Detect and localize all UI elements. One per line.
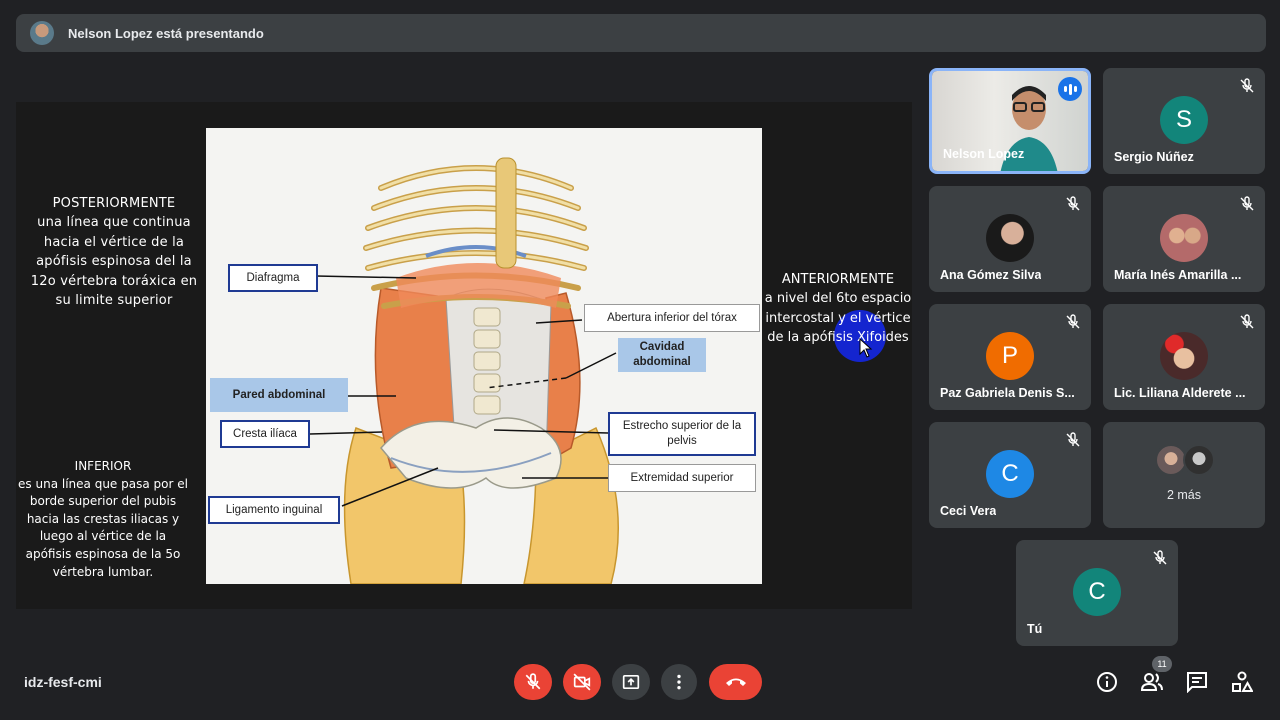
mic-off-icon (1066, 196, 1080, 211)
mic-off-icon (1153, 550, 1167, 565)
participant-count-badge: 11 (1152, 656, 1172, 672)
presenter-avatar (30, 21, 54, 45)
anatomy-figure: Diafragma Abertura inferior del tórax Ca… (206, 128, 762, 584)
mic-toggle-button[interactable] (514, 664, 552, 700)
label-extremidad: Extremidad superior (608, 464, 756, 492)
mic-off-icon (1066, 314, 1080, 329)
participant-tile-ana[interactable]: Ana Gómez Silva (929, 186, 1091, 292)
mic-off-icon (1240, 196, 1254, 211)
posterior-body: una línea que continua hacia el vértice … (30, 215, 198, 309)
inferior-text: INFERIOR es una línea que pasa por el bo… (16, 458, 190, 581)
more-participants-label: 2 más (1166, 488, 1202, 502)
anterior-title: ANTERIORMENTE (781, 272, 895, 287)
mouse-pointer-icon (859, 338, 873, 358)
meeting-info-button[interactable] (1095, 670, 1119, 694)
participant-tile-self[interactable]: C Tú (1016, 540, 1178, 646)
participant-tile-nelson[interactable]: Nelson Lopez (929, 68, 1091, 174)
inferior-title: INFERIOR (74, 459, 132, 473)
anterior-body: a nivel del 6to espacio intercostal y el… (764, 291, 912, 346)
participant-tile-maria[interactable]: María Inés Amarilla ... (1103, 186, 1265, 292)
hangup-icon (725, 678, 746, 686)
avatar-photo (1160, 214, 1208, 262)
info-icon (1097, 672, 1117, 692)
activities-icon (1232, 671, 1253, 692)
chat-icon (1187, 672, 1207, 693)
label-pared: Pared abdominal (210, 378, 348, 412)
label-cresta: Cresta ilíaca (220, 420, 310, 448)
camera-off-icon (573, 673, 591, 691)
participant-name: Tú (1027, 622, 1043, 636)
activities-button[interactable] (1230, 670, 1254, 694)
speaking-indicator-icon (1058, 77, 1082, 101)
participant-name: Sergio Núñez (1114, 150, 1194, 164)
camera-toggle-button[interactable] (563, 664, 601, 700)
label-diafragma: Diafragma (228, 264, 318, 292)
label-abertura: Abertura inferior del tórax (584, 304, 760, 332)
participant-name: Lic. Liliana Alderete ... (1114, 386, 1246, 400)
mic-off-icon (525, 673, 541, 690)
avatar: C (1073, 568, 1121, 616)
participant-tile-more[interactable]: 2 más (1103, 422, 1265, 528)
inferior-body: es una línea que pasa por el borde super… (18, 476, 188, 579)
presentation-stage: POSTERIORMENTE una línea que continua ha… (16, 102, 912, 609)
leave-call-button[interactable] (709, 664, 762, 700)
chat-button[interactable] (1185, 670, 1209, 694)
more-options-button[interactable] (661, 664, 697, 700)
label-ligamento: Ligamento inguinal (208, 496, 340, 524)
people-icon (1140, 673, 1163, 691)
avatar: C (986, 450, 1034, 498)
mic-off-icon (1240, 78, 1254, 93)
participant-name: Paz Gabriela Denis S... (940, 386, 1075, 400)
people-button[interactable] (1140, 670, 1164, 694)
mic-off-icon (1066, 432, 1080, 447)
participant-tile-paz[interactable]: P Paz Gabriela Denis S... (929, 304, 1091, 410)
participant-tile-liliana[interactable]: Lic. Liliana Alderete ... (1103, 304, 1265, 410)
mic-off-icon (1240, 314, 1254, 329)
anterior-text: ANTERIORMENTE a nivel del 6to espacio in… (762, 270, 914, 348)
present-icon (622, 674, 640, 690)
avatar-photo (1160, 332, 1208, 380)
participant-name: Nelson Lopez (943, 147, 1025, 161)
label-cavidad: Cavidad abdominal (618, 338, 706, 372)
meeting-code: idz-fesf-cmi (24, 674, 102, 690)
participant-name: Ana Gómez Silva (940, 268, 1042, 282)
label-estrecho: Estrecho superior de la pelvis (608, 412, 756, 456)
posterior-title: POSTERIORMENTE (52, 196, 176, 211)
participant-name: María Inés Amarilla ... (1114, 268, 1242, 282)
presenting-banner: Nelson Lopez está presentando (16, 14, 1266, 52)
posterior-text: POSTERIORMENTE una línea que continua ha… (30, 194, 198, 310)
participant-name: Ceci Vera (940, 504, 997, 518)
avatar: P (986, 332, 1034, 380)
avatar: S (1160, 96, 1208, 144)
presenting-text: Nelson Lopez está presentando (68, 25, 264, 41)
present-button[interactable] (612, 664, 650, 700)
avatar-photo (1183, 444, 1215, 476)
participant-tile-ceci[interactable]: C Ceci Vera (929, 422, 1091, 528)
participant-tile-sergio[interactable]: S Sergio Núñez (1103, 68, 1265, 174)
avatar-photo (986, 214, 1034, 262)
more-icon (677, 674, 681, 690)
